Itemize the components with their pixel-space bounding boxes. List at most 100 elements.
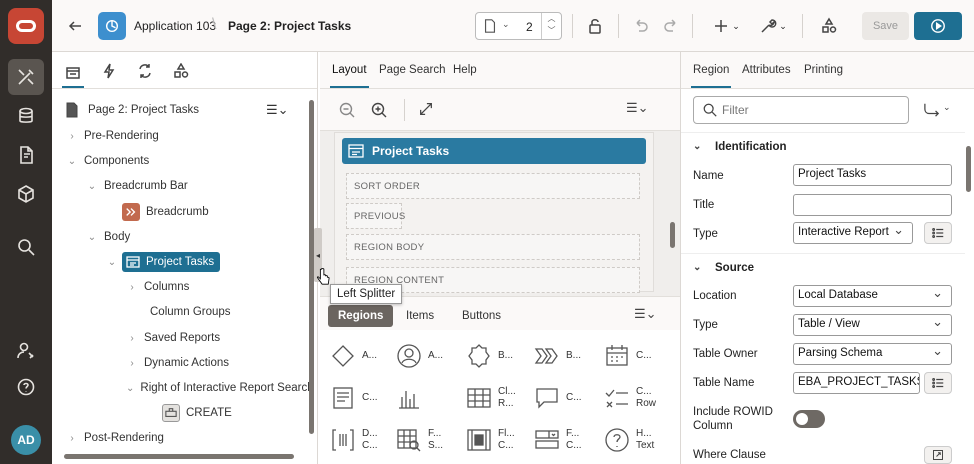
lock-icon[interactable]	[582, 10, 608, 42]
create-menu-button[interactable]: ⌄	[707, 10, 745, 42]
field-title[interactable]	[793, 194, 952, 216]
page-number-value[interactable]: 2	[526, 20, 533, 34]
tree-menu-icon[interactable]: ☰⌄	[266, 102, 289, 118]
property-vertical-scrollbar[interactable]	[966, 146, 971, 192]
list-button[interactable]	[924, 222, 952, 244]
gallery-item-chart[interactable]	[396, 378, 460, 418]
tab-printing[interactable]: Printing	[804, 64, 843, 76]
gallery-menu-icon[interactable]: ☰⌄	[634, 306, 657, 322]
gallery-item-dynamic-content[interactable]: D... C...	[330, 420, 394, 460]
dynamic-actions-tab-icon[interactable]	[98, 60, 120, 82]
gallery-item-avatar[interactable]: A...	[396, 336, 460, 376]
tab-help[interactable]: Help	[453, 64, 477, 76]
tree-node-project-tasks[interactable]: ⌄ Project Tasks	[106, 250, 221, 274]
gallery-item-classic-report[interactable]: Cl... R...	[466, 378, 530, 418]
chevron-right-icon[interactable]: ›	[66, 131, 78, 142]
select-source-type[interactable]: Table / View	[793, 314, 952, 336]
slot-region-body[interactable]: REGION BODY	[346, 234, 640, 260]
zoom-in-icon[interactable]	[370, 101, 388, 119]
select-region-type[interactable]: Interactive Report	[793, 222, 913, 244]
page-number-stepper[interactable]: ︿ ﹀	[541, 13, 561, 39]
chevron-down-icon[interactable]: ⌄	[943, 102, 951, 113]
slot-sort-order[interactable]: SORT ORDER	[346, 173, 640, 199]
redo-icon[interactable]	[658, 10, 684, 42]
tree-node-columns[interactable]: › Columns	[126, 275, 189, 299]
gallery-item-flex-container[interactable]: Fl... C...	[466, 420, 530, 460]
processing-tab-icon[interactable]	[134, 60, 156, 82]
chevron-down-icon[interactable]: ⌄	[126, 383, 134, 394]
tab-buttons[interactable]: Buttons	[452, 305, 511, 327]
gallery-item-card[interactable]: C...	[330, 378, 394, 418]
chevron-right-icon[interactable]: ›	[126, 282, 138, 293]
layout-vertical-scrollbar[interactable]	[670, 222, 675, 248]
zoom-out-icon[interactable]	[338, 101, 356, 119]
layout-menu-icon[interactable]: ☰⌄	[626, 100, 649, 116]
undo-icon[interactable]	[628, 10, 654, 42]
tree-node-body[interactable]: ⌄ Body	[86, 225, 130, 249]
gallery-item-form[interactable]: F... C...	[534, 420, 598, 460]
tree-node-post-rendering[interactable]: › Post-Rendering	[66, 426, 164, 450]
gallery-item-calendar[interactable]: C...	[604, 336, 668, 376]
tab-page-search[interactable]: Page Search	[379, 64, 446, 76]
chevron-down-icon[interactable]: ⌄	[86, 181, 98, 192]
shared-components-tab-icon[interactable]	[170, 60, 192, 82]
avatar[interactable]: AD	[11, 425, 41, 455]
chevron-down-icon[interactable]: ⌄	[106, 257, 118, 268]
region-header[interactable]: Project Tasks	[342, 138, 646, 164]
tab-region[interactable]: Region	[690, 64, 732, 88]
tab-layout[interactable]: Layout	[330, 64, 369, 88]
page-number-selector[interactable]: ⌄ 2 ︿ ﹀	[475, 12, 562, 40]
tree-node-right-of-search[interactable]: ⌄ Right of Interactive Report Search	[126, 376, 310, 400]
utilities-menu-button[interactable]: ⌄	[754, 10, 792, 42]
gallery-item-comments[interactable]: C...	[534, 378, 598, 418]
slot-previous[interactable]: PREVIOUS	[346, 203, 405, 229]
oracle-logo[interactable]	[8, 8, 44, 44]
tree-node-dynamic-actions[interactable]: › Dynamic Actions	[126, 351, 229, 375]
gallery-item-help-text[interactable]: H... Text	[604, 420, 668, 460]
code-editor-button[interactable]	[924, 446, 952, 464]
database-icon[interactable]	[8, 98, 44, 134]
select-table-owner[interactable]: Parsing Schema	[793, 343, 952, 365]
tree-node-selected[interactable]: Project Tasks	[122, 252, 221, 272]
tab-attributes[interactable]: Attributes	[742, 64, 791, 76]
tools-icon[interactable]	[8, 59, 44, 95]
tab-items[interactable]: Items	[396, 305, 444, 327]
search-icon[interactable]	[8, 229, 44, 265]
tree-horizontal-scrollbar[interactable]	[64, 454, 294, 459]
rendering-tab-icon[interactable]	[62, 60, 84, 88]
save-button[interactable]: Save	[862, 12, 909, 40]
go-to-group-icon[interactable]	[921, 102, 943, 118]
tree-node-components[interactable]: ⌄ Components	[66, 149, 149, 173]
tree-node-breadcrumb-bar[interactable]: ⌄ Breadcrumb Bar	[86, 174, 188, 198]
run-page-button[interactable]	[914, 12, 962, 40]
user-settings-icon[interactable]	[8, 333, 44, 369]
toggle-include-rowid[interactable]	[793, 410, 825, 428]
shared-components-icon[interactable]	[816, 10, 842, 42]
application-icon[interactable]	[98, 12, 126, 40]
property-filter[interactable]	[693, 96, 909, 124]
section-source[interactable]: ⌄ Source	[681, 253, 965, 281]
back-arrow-icon[interactable]	[62, 10, 88, 42]
expand-icon[interactable]	[418, 101, 434, 117]
chevron-down-icon[interactable]: ⌄	[66, 156, 78, 167]
tree-page-header[interactable]: Page 2: Project Tasks ☰⌄	[64, 98, 296, 122]
field-table-name[interactable]: EBA_PROJECT_TASKS	[793, 372, 920, 394]
chevron-right-icon[interactable]: ›	[126, 358, 138, 369]
chevron-down-icon[interactable]: ⌄	[693, 262, 707, 273]
chevron-right-icon[interactable]: ›	[66, 433, 78, 444]
section-identification[interactable]: ⌄ Identification	[681, 132, 965, 160]
field-name[interactable]: Project Tasks	[793, 164, 952, 186]
select-location[interactable]: Local Database	[793, 285, 952, 307]
package-icon[interactable]	[8, 176, 44, 212]
tree-node-saved-reports[interactable]: › Saved Reports	[126, 326, 220, 350]
tree-node-column-groups[interactable]: Column Groups	[144, 300, 231, 324]
tree-node-breadcrumb[interactable]: Breadcrumb	[122, 200, 209, 224]
help-icon[interactable]	[8, 369, 44, 405]
tab-regions[interactable]: Regions	[328, 305, 394, 327]
chevron-down-icon[interactable]: ⌄	[693, 141, 707, 152]
tree-node-pre-rendering[interactable]: › Pre-Rendering	[66, 124, 158, 148]
filter-input[interactable]	[722, 102, 902, 118]
gallery-item-column-toggle[interactable]: C... Row	[604, 378, 668, 418]
chevron-right-icon[interactable]: ›	[126, 333, 138, 344]
list-button[interactable]	[924, 372, 952, 394]
